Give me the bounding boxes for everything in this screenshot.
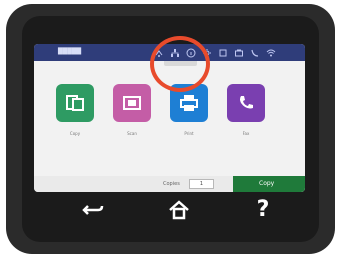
copy-icon	[66, 95, 84, 111]
print-icon	[180, 95, 198, 111]
fax-app-label: Fax	[242, 131, 250, 136]
status-bar: █████	[34, 44, 305, 61]
ink-icon[interactable]	[218, 48, 228, 58]
copy-app-label: Copy	[69, 131, 81, 136]
print-app-tile[interactable]	[170, 84, 208, 122]
bottom-strip: Copies 1 Copy	[34, 176, 305, 192]
status-tab-indicator	[164, 61, 197, 66]
back-button[interactable]	[80, 198, 106, 222]
fax-app-tile[interactable]	[227, 84, 265, 122]
status-title: █████	[58, 48, 82, 55]
copy-button-label: Copy	[259, 180, 275, 187]
home-icon	[169, 200, 189, 220]
phone-icon[interactable]	[250, 48, 260, 58]
app-scan[interactable]: Scan	[113, 84, 155, 154]
help-button[interactable]: ?	[250, 198, 276, 222]
scan-icon	[123, 96, 141, 110]
app-copy[interactable]: Copy	[56, 84, 98, 154]
fax-icon[interactable]	[234, 48, 244, 58]
app-row: Copy Scan Print Fax	[56, 84, 305, 154]
scan-app-label: Scan	[127, 131, 137, 136]
scan-app-tile[interactable]	[113, 84, 151, 122]
copies-label: Copies	[163, 181, 180, 187]
status-icons	[154, 46, 276, 59]
print-app-label: Print	[184, 131, 194, 136]
help-icon: ?	[256, 197, 270, 222]
app-print[interactable]: Print	[170, 84, 212, 154]
copies-input[interactable]: 1	[189, 179, 214, 189]
info-icon[interactable]	[186, 48, 196, 58]
fax-app-icon	[240, 96, 253, 109]
settings-icon[interactable]	[202, 48, 212, 58]
touchscreen: █████ Copy Scan Print Fax Copies 1 Copy	[34, 44, 305, 192]
hardware-nav: ?	[70, 198, 295, 222]
copy-button[interactable]: Copy	[233, 176, 305, 192]
wireless-direct-icon[interactable]	[154, 48, 164, 58]
app-fax[interactable]: Fax	[227, 84, 269, 154]
network-icon[interactable]	[170, 48, 180, 58]
copy-app-tile[interactable]	[56, 84, 94, 122]
back-icon	[82, 205, 104, 215]
wifi-icon[interactable]	[266, 48, 276, 58]
home-button[interactable]	[166, 198, 192, 222]
